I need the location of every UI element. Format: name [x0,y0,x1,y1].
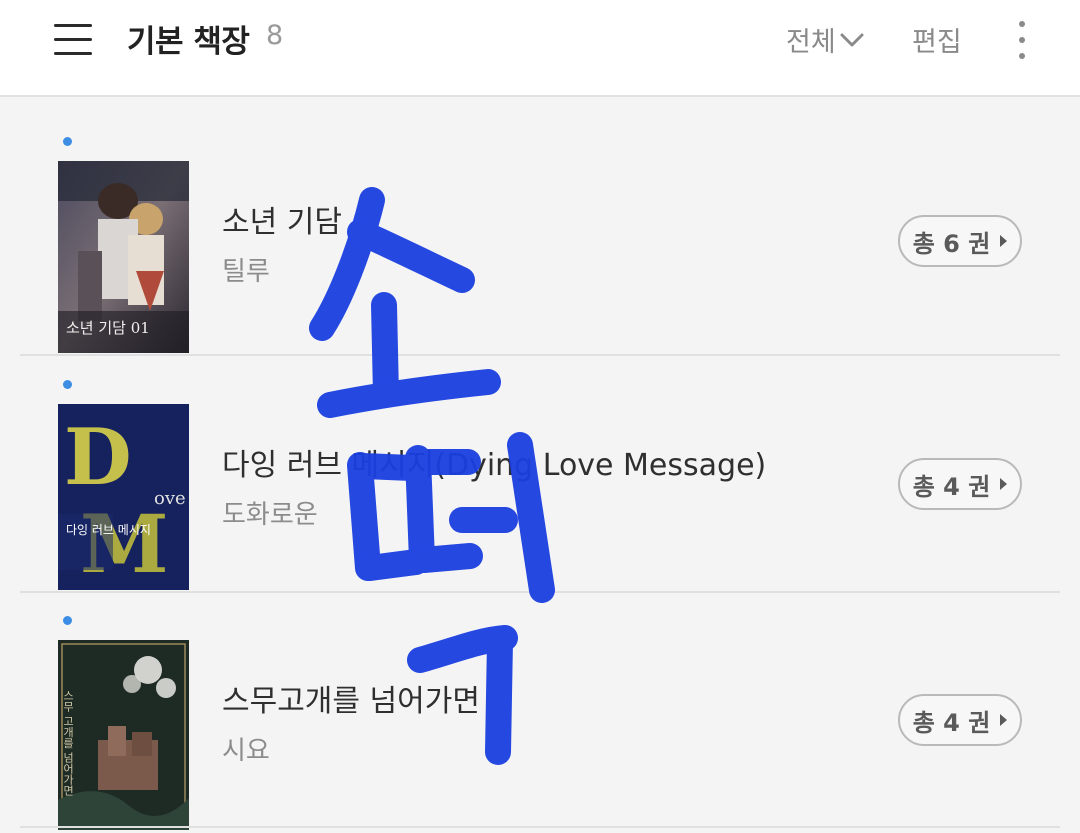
book-row[interactable]: 스무 고개를 넘어가면 스무고개를 넘어가면 시요 총 4 권 [0,576,1080,830]
svg-text:ove: ove [154,488,186,509]
book-row[interactable]: D M ove 다잉 러브 메시지 다잉 러브 메시지(Dying Love M… [0,340,1080,590]
book-title: 소년 기담 [222,205,342,240]
new-indicator-dot [63,616,72,625]
new-indicator-dot [63,137,72,146]
cover-title-text: 스무 고개를 넘어가면 [62,690,75,796]
volume-count-label: 총 4 권 [912,708,991,737]
volume-count-button[interactable]: 총 4 권 [898,458,1022,510]
cover-art-2: D M ove 다잉 러브 메시지 [58,404,189,590]
volume-count-button[interactable]: 총 6 권 [898,215,1022,267]
book-author: 틸루 [222,257,270,287]
volume-count-label: 총 4 권 [912,472,991,501]
svg-text:D: D [64,412,132,503]
more-options-icon[interactable] [1008,18,1036,62]
book-title: 다잉 러브 메시지(Dying Love Message) [222,448,767,483]
play-arrow-icon [1000,235,1008,247]
cover-art-3: 스무 고개를 넘어가면 [58,640,189,830]
book-row[interactable]: 소년 기담 01 소년 기담 틸루 총 6 권 [0,97,1080,353]
play-arrow-icon [1000,478,1008,490]
book-cover[interactable]: 소년 기담 01 [58,161,189,353]
cover-title-text: 소년 기담 01 [66,319,150,337]
divider [20,826,1060,828]
book-cover[interactable]: 스무 고개를 넘어가면 [58,640,189,830]
filter-dropdown[interactable]: 전체 [786,20,864,59]
volume-count-button[interactable]: 총 4 권 [898,694,1022,746]
book-author: 시요 [222,736,270,766]
edit-button[interactable]: 편집 [912,20,962,59]
book-cover[interactable]: D M ove 다잉 러브 메시지 [58,404,189,590]
play-arrow-icon [1000,714,1008,726]
cover-title-text: 다잉 러브 메시지 [66,523,151,537]
volume-count-label: 총 6 권 [912,229,991,258]
cover-art-1: 소년 기담 01 [58,161,189,353]
new-indicator-dot [63,380,72,389]
shelf-title: 기본 책장 [127,24,250,60]
filter-label: 전체 [786,27,836,58]
hamburger-menu-icon[interactable] [50,18,96,62]
chevron-down-icon [840,33,864,46]
app-header: 기본 책장 8 전체 편집 [0,0,1080,97]
book-author: 도화로운 [222,500,318,530]
book-title: 스무고개를 넘어가면 [222,684,480,719]
shelf-book-count: 8 [266,20,284,51]
